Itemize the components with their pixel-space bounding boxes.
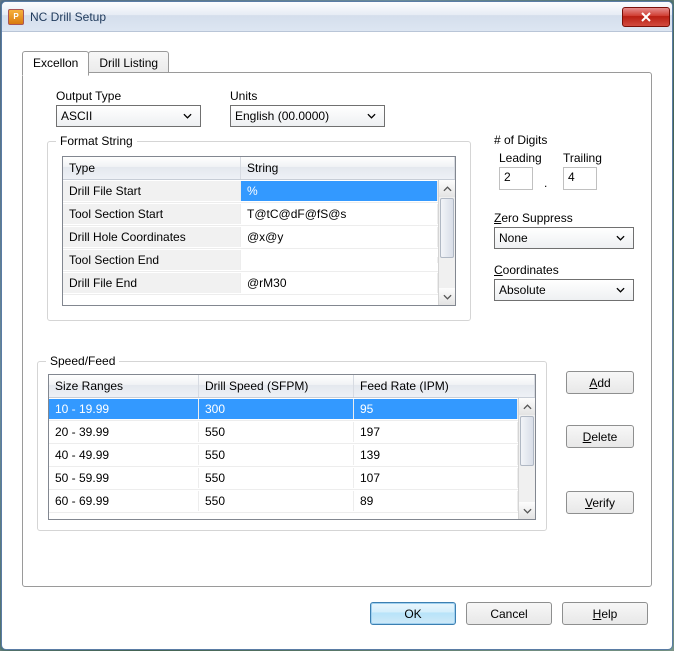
trailing-label: Trailing: [563, 151, 602, 165]
titlebar[interactable]: P NC Drill Setup: [2, 2, 672, 32]
delete-button[interactable]: Delete: [566, 425, 634, 448]
output-type-label: Output Type: [56, 89, 121, 103]
close-icon: [640, 12, 652, 22]
coordinates-label: Coordinates: [494, 263, 559, 277]
cancel-button[interactable]: Cancel: [466, 602, 552, 625]
help-button[interactable]: Help: [562, 602, 648, 625]
chevron-down-icon: [178, 106, 196, 126]
dialog-window: P NC Drill Setup Excellon Drill Listing …: [1, 1, 673, 650]
dialog-buttons: OK Cancel Help: [370, 602, 648, 625]
scroll-thumb[interactable]: [440, 198, 454, 258]
window-title: NC Drill Setup: [30, 10, 622, 24]
tab-excellon[interactable]: Excellon: [22, 51, 89, 76]
digits-legend: # of Digits: [494, 133, 547, 147]
trailing-input[interactable]: 4: [563, 167, 597, 190]
scroll-thumb[interactable]: [520, 416, 534, 466]
col-speed[interactable]: Drill Speed (SFPM): [199, 375, 354, 397]
table-row[interactable]: 10 - 19.99 300 95: [49, 398, 518, 421]
leading-input[interactable]: 2: [499, 167, 533, 190]
close-button[interactable]: [622, 7, 670, 27]
app-icon: P: [8, 9, 24, 25]
chevron-down-icon: [611, 280, 629, 300]
units-value: English (00.0000): [235, 109, 362, 123]
scroll-down-icon[interactable]: [439, 288, 455, 305]
table-row[interactable]: Drill File Start %: [63, 180, 438, 203]
table-row[interactable]: 60 - 69.99 550 89: [49, 490, 518, 513]
col-type[interactable]: Type: [63, 157, 241, 179]
dot-separator: .: [544, 176, 547, 190]
table-row[interactable]: Tool Section Start T@tC@dF@fS@s: [63, 203, 438, 226]
table-row[interactable]: Drill File End @rM30: [63, 272, 438, 295]
add-button[interactable]: Add: [566, 371, 634, 394]
ok-button[interactable]: OK: [370, 602, 456, 625]
output-type-select[interactable]: ASCII: [56, 105, 201, 127]
units-select[interactable]: English (00.0000): [230, 105, 385, 127]
speed-feed-table[interactable]: Size Ranges Drill Speed (SFPM) Feed Rate…: [48, 374, 536, 520]
scroll-down-icon[interactable]: [519, 502, 535, 519]
tab-panel-excellon: Output Type ASCII Units English (00.0000…: [22, 72, 652, 587]
table-row[interactable]: Tool Section End: [63, 249, 438, 272]
table-row[interactable]: 20 - 39.99 550 197: [49, 421, 518, 444]
zero-suppress-select[interactable]: None: [494, 227, 634, 249]
table-row[interactable]: 40 - 49.99 550 139: [49, 444, 518, 467]
coordinates-select[interactable]: Absolute: [494, 279, 634, 301]
leading-label: Leading: [499, 151, 542, 165]
format-string-legend: Format String: [56, 134, 137, 148]
chevron-down-icon: [611, 228, 629, 248]
zero-suppress-value: None: [499, 231, 611, 245]
format-rows: Drill File Start % Tool Section Start T@…: [63, 180, 438, 305]
table-row[interactable]: Drill Hole Coordinates @x@y: [63, 226, 438, 249]
format-string-table[interactable]: Type String Drill File Start % Tool Sect…: [62, 156, 456, 306]
scroll-up-icon[interactable]: [519, 398, 535, 415]
col-size[interactable]: Size Ranges: [49, 375, 199, 397]
scrollbar[interactable]: [518, 398, 535, 519]
scroll-up-icon[interactable]: [439, 180, 455, 197]
units-label: Units: [230, 89, 257, 103]
scrollbar[interactable]: [438, 180, 455, 305]
zero-suppress-label: Zero Suppress: [494, 211, 573, 225]
speed-feed-group: Speed/Feed Size Ranges Drill Speed (SFPM…: [37, 361, 547, 531]
col-string[interactable]: String: [241, 157, 455, 179]
chevron-down-icon: [362, 106, 380, 126]
speed-feed-legend: Speed/Feed: [46, 354, 119, 368]
table-row[interactable]: 50 - 59.99 550 107: [49, 467, 518, 490]
col-feed[interactable]: Feed Rate (IPM): [354, 375, 535, 397]
format-string-group: Format String Type String Drill File Sta…: [47, 141, 471, 321]
output-type-value: ASCII: [61, 109, 178, 123]
coordinates-value: Absolute: [499, 283, 611, 297]
verify-button[interactable]: Verify: [566, 491, 634, 514]
